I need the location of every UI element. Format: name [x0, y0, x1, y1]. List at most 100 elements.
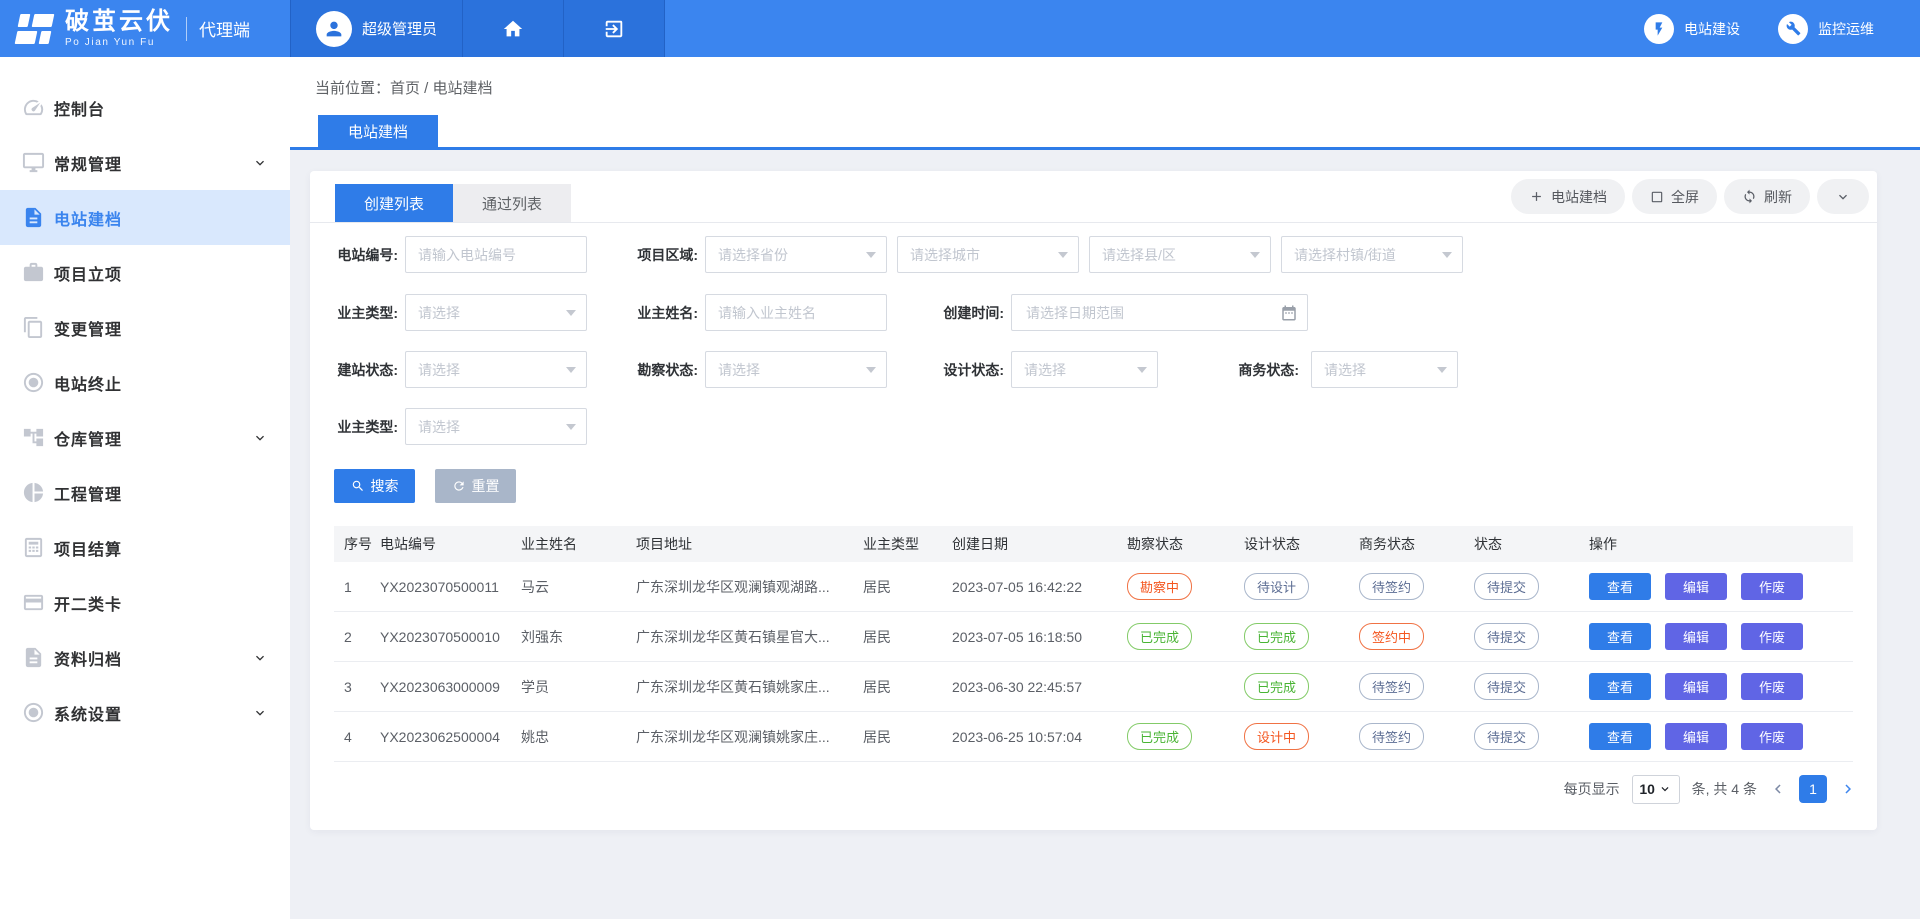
current-page[interactable]: 1: [1799, 775, 1827, 803]
sidebar-item-system-settings[interactable]: 系统设置: [0, 685, 290, 740]
edit-button[interactable]: 编辑: [1665, 623, 1727, 650]
business-status-badge: 签约中: [1359, 623, 1424, 650]
cell-station-code: YX2023070500010: [378, 629, 519, 645]
cell-address: 广东深圳龙华区黄石镇星官大...: [634, 627, 861, 647]
avatar: [316, 11, 352, 47]
chevron-right-icon: [1839, 780, 1857, 798]
view-button[interactable]: 查看: [1589, 723, 1651, 750]
main-content: 当前位置：首页 / 电站建档 电站建档 创建列表 通过列表 电站建档 全屏 刷新: [290, 57, 1920, 919]
nav-station-build[interactable]: 电站建设: [1644, 14, 1740, 44]
page-size-select[interactable]: 10: [1632, 775, 1680, 804]
build-status-select[interactable]: 请选择: [405, 351, 587, 388]
business-status-badge: 待签约: [1359, 673, 1424, 700]
wrench-icon: [1786, 21, 1801, 36]
sidebar-item-warehouse-mgmt[interactable]: 仓库管理: [0, 410, 290, 465]
cell-created: 2023-07-05 16:42:22: [950, 579, 1125, 595]
card-icon: [22, 591, 45, 614]
sidebar-item-project-initiation[interactable]: 项目立项: [0, 245, 290, 300]
void-button[interactable]: 作废: [1741, 723, 1803, 750]
survey-status-badge: 勘察中: [1127, 573, 1192, 600]
sidebar-item-project-settlement[interactable]: 项目结算: [0, 520, 290, 575]
void-button[interactable]: 作废: [1741, 573, 1803, 600]
caret-down-icon: [1442, 252, 1452, 258]
brand-subtitle: Po Jian Yun Fu: [65, 38, 173, 48]
prev-page-button[interactable]: [1769, 780, 1787, 798]
brand-block: 破茧云伏 Po Jian Yun Fu 代理端: [0, 0, 290, 57]
table-row: 1 YX2023070500011 马云 广东深圳龙华区观澜镇观湖路... 居民…: [334, 562, 1853, 612]
design-status-badge: 设计中: [1244, 723, 1309, 750]
next-page-button[interactable]: [1839, 780, 1857, 798]
cell-address: 广东深圳龙华区黄石镇姚家庄...: [634, 677, 861, 697]
void-button[interactable]: 作废: [1741, 673, 1803, 700]
cell-created: 2023-07-05 16:18:50: [950, 629, 1125, 645]
chevron-down-icon: [252, 155, 268, 171]
briefcase-icon: [22, 261, 45, 284]
township-select[interactable]: 请选择村镇/街道: [1281, 236, 1463, 273]
edit-button[interactable]: 编辑: [1665, 723, 1727, 750]
county-select[interactable]: 请选择县/区: [1089, 236, 1271, 273]
breadcrumb: 当前位置：首页 / 电站建档: [290, 57, 1920, 117]
edit-button[interactable]: 编辑: [1665, 573, 1727, 600]
cell-address: 广东深圳龙华区观澜镇姚家庄...: [634, 727, 861, 747]
filter-form: 电站编号: 项目区域: 请选择省份 请选择城市 请选择县/区 请选择村镇/街道 …: [310, 223, 1877, 503]
caret-down-icon: [1437, 367, 1447, 373]
nav-monitor-ops[interactable]: 监控运维: [1778, 14, 1874, 44]
void-button[interactable]: 作废: [1741, 623, 1803, 650]
edit-button[interactable]: 编辑: [1665, 673, 1727, 700]
refresh-button[interactable]: 刷新: [1724, 179, 1810, 214]
view-button[interactable]: 查看: [1589, 623, 1651, 650]
logout-icon: [603, 18, 625, 40]
calculator-icon: [22, 536, 45, 559]
sidebar-item-change-mgmt[interactable]: 变更管理: [0, 300, 290, 355]
user-menu[interactable]: 超级管理员: [290, 0, 463, 57]
table-row: 3 YX2023063000009 学员 广东深圳龙华区黄石镇姚家庄... 居民…: [334, 662, 1853, 712]
tab-create-list[interactable]: 创建列表: [335, 184, 453, 222]
design-status-badge: 待设计: [1244, 573, 1309, 600]
cell-station-code: YX2023062500004: [378, 729, 519, 745]
add-station-button[interactable]: 电站建档: [1511, 179, 1625, 214]
logout-button[interactable]: [564, 0, 665, 57]
caret-down-icon: [566, 367, 576, 373]
cell-created: 2023-06-30 22:45:57: [950, 679, 1125, 695]
view-button[interactable]: 查看: [1589, 673, 1651, 700]
date-range-picker[interactable]: [1011, 294, 1308, 331]
cell-station-code: YX2023070500011: [378, 579, 519, 595]
station-table: 序号 电站编号 业主姓名 项目地址 业主类型 创建日期 勘察状态 设计状态 商务…: [334, 526, 1853, 762]
sidebar-item-data-archive[interactable]: 资料归档: [0, 630, 290, 685]
business-status-select[interactable]: 请选择: [1311, 351, 1458, 388]
settings-icon: [22, 701, 45, 724]
sidebar-item-general-mgmt[interactable]: 常规管理: [0, 135, 290, 190]
owner-type-select[interactable]: 请选择: [405, 294, 587, 331]
header-right-nav: 电站建设 监控运维: [1644, 0, 1920, 57]
refresh-icon: [1742, 189, 1757, 204]
sidebar-item-engineering-mgmt[interactable]: 工程管理: [0, 465, 290, 520]
date-range-input[interactable]: [1024, 304, 1273, 322]
province-select[interactable]: 请选择省份: [705, 236, 887, 273]
home-button[interactable]: [463, 0, 564, 57]
archive-icon: [22, 646, 45, 669]
status-badge: 待提交: [1474, 673, 1539, 700]
design-status-select[interactable]: 请选择: [1011, 351, 1158, 388]
sidebar-item-console[interactable]: 控制台: [0, 80, 290, 135]
reset-button[interactable]: 重置: [435, 469, 516, 503]
header-user-section: 超级管理员: [290, 0, 665, 57]
sidebar-item-station-archive[interactable]: 电站建档: [0, 190, 290, 245]
collapse-toolbar-button[interactable]: [1817, 179, 1869, 214]
caret-down-icon: [1250, 252, 1260, 258]
business-status-badge: 待签约: [1359, 573, 1424, 600]
page-tab-station-archive[interactable]: 电站建档: [318, 115, 438, 147]
caret-down-icon: [866, 367, 876, 373]
sidebar-item-card-opening[interactable]: 开二类卡: [0, 575, 290, 630]
view-button[interactable]: 查看: [1589, 573, 1651, 600]
table-row: 2 YX2023070500010 刘强东 广东深圳龙华区黄石镇星官大... 居…: [334, 612, 1853, 662]
fullscreen-button[interactable]: 全屏: [1632, 179, 1717, 214]
owner-name-input[interactable]: [705, 294, 887, 331]
owner-type2-select[interactable]: 请选择: [405, 408, 587, 445]
sidebar-item-station-termination[interactable]: 电站终止: [0, 355, 290, 410]
city-select[interactable]: 请选择城市: [897, 236, 1079, 273]
tab-passed-list[interactable]: 通过列表: [453, 184, 571, 222]
search-button[interactable]: 搜索: [334, 469, 415, 503]
survey-status-select[interactable]: 请选择: [705, 351, 887, 388]
target-icon: [22, 371, 45, 394]
station-code-input[interactable]: [405, 236, 587, 273]
